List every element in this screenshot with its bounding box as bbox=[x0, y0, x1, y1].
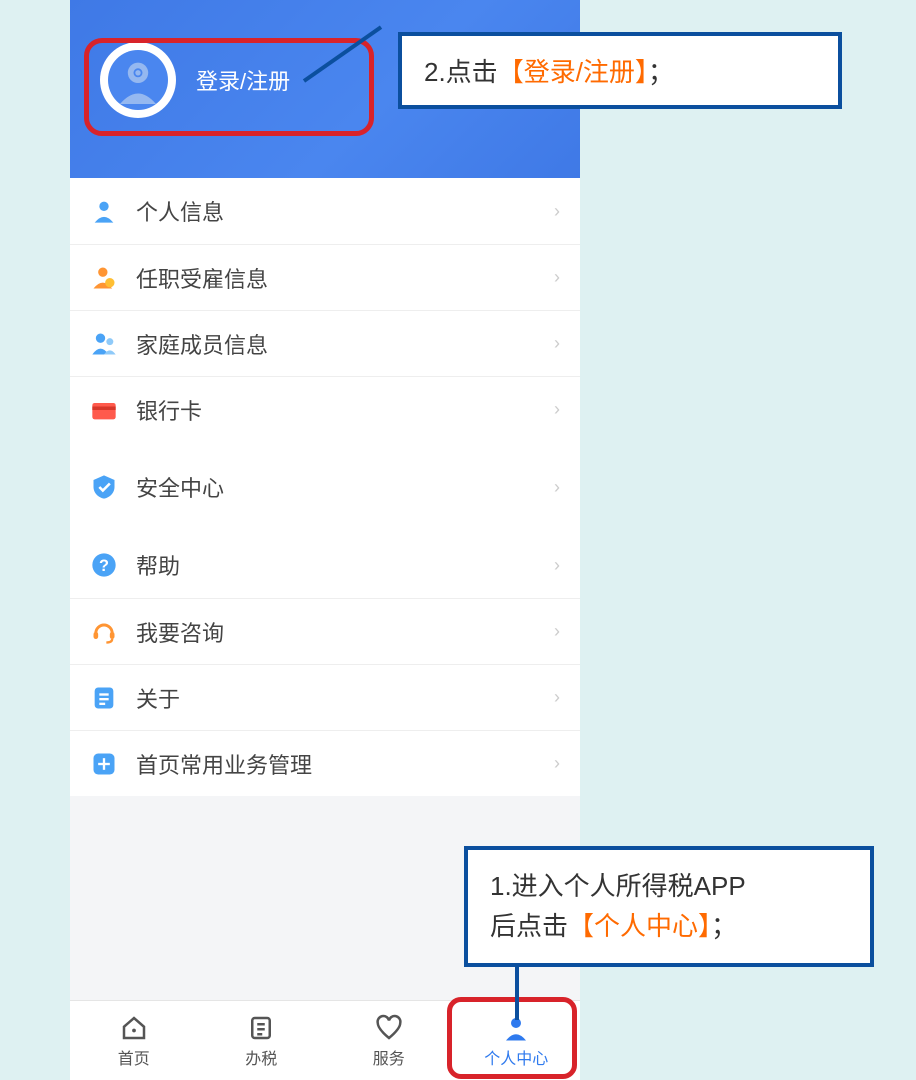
tax-icon bbox=[246, 1013, 276, 1043]
family-icon bbox=[90, 330, 118, 358]
menu-item-help[interactable]: ? 帮助 › bbox=[70, 532, 580, 598]
menu-label: 安全中心 bbox=[136, 471, 554, 503]
headset-icon bbox=[90, 618, 118, 646]
login-register-label[interactable]: 登录/注册 bbox=[196, 64, 290, 96]
tab-home[interactable]: 首页 bbox=[70, 1001, 198, 1080]
menu-label: 帮助 bbox=[136, 549, 554, 581]
callout-text: ； bbox=[711, 911, 737, 941]
avatar[interactable] bbox=[100, 42, 176, 118]
menu-item-homepage-mgmt[interactable]: 首页常用业务管理 › bbox=[70, 730, 580, 796]
tab-label: 个人中心 bbox=[484, 1045, 548, 1069]
callout-highlight: 【登录/注册】 bbox=[498, 57, 648, 87]
doc-icon bbox=[90, 684, 118, 712]
callout-text: 1.进入个人所得税APP bbox=[490, 871, 746, 901]
settings-group-1: 安全中心 › bbox=[70, 454, 580, 520]
tab-label: 办税 bbox=[245, 1045, 277, 1069]
chevron-right-icon: › bbox=[554, 687, 560, 708]
person-icon bbox=[90, 197, 118, 225]
menu-label: 家庭成员信息 bbox=[136, 328, 554, 360]
menu-label: 关于 bbox=[136, 682, 554, 714]
chevron-right-icon: › bbox=[554, 555, 560, 576]
service-icon bbox=[374, 1013, 404, 1043]
callout-text: ； bbox=[648, 57, 674, 87]
settings-group-0: 个人信息 › 任职受雇信息 › 家庭成员信息 › 银行卡 › bbox=[70, 178, 580, 442]
plus-icon bbox=[90, 750, 118, 778]
menu-item-about[interactable]: 关于 › bbox=[70, 664, 580, 730]
tab-profile[interactable]: 个人中心 bbox=[453, 1001, 581, 1080]
callout-text: 后点击 bbox=[490, 911, 568, 941]
avatar-placeholder-icon bbox=[108, 50, 168, 110]
help-icon: ? bbox=[90, 551, 118, 579]
home-icon bbox=[119, 1013, 149, 1043]
annotation-callout-step1: 1.进入个人所得税APP 后点击【个人中心】； bbox=[464, 846, 874, 967]
person-badge-icon bbox=[90, 264, 118, 292]
menu-label: 任职受雇信息 bbox=[136, 262, 554, 294]
annotation-callout-step2: 2.点击【登录/注册】； bbox=[398, 32, 842, 109]
settings-list: 个人信息 › 任职受雇信息 › 家庭成员信息 › 银行卡 › 安全 bbox=[70, 178, 580, 796]
menu-item-employment-info[interactable]: 任职受雇信息 › bbox=[70, 244, 580, 310]
tab-label: 首页 bbox=[118, 1045, 150, 1069]
menu-item-bank-card[interactable]: 银行卡 › bbox=[70, 376, 580, 442]
svg-text:?: ? bbox=[99, 557, 109, 575]
chevron-right-icon: › bbox=[554, 477, 560, 498]
profile-icon bbox=[501, 1013, 531, 1043]
menu-item-security-center[interactable]: 安全中心 › bbox=[70, 454, 580, 520]
menu-item-personal-info[interactable]: 个人信息 › bbox=[70, 178, 580, 244]
chevron-right-icon: › bbox=[554, 267, 560, 288]
chevron-right-icon: › bbox=[554, 333, 560, 354]
callout-text: 2.点击 bbox=[424, 57, 498, 87]
shield-icon bbox=[90, 473, 118, 501]
tab-service[interactable]: 服务 bbox=[325, 1001, 453, 1080]
chevron-right-icon: › bbox=[554, 753, 560, 774]
menu-label: 银行卡 bbox=[136, 394, 554, 426]
menu-label: 个人信息 bbox=[136, 195, 554, 227]
menu-item-consult[interactable]: 我要咨询 › bbox=[70, 598, 580, 664]
tab-bar: 首页 办税 服务 个人中心 bbox=[70, 1000, 580, 1080]
chevron-right-icon: › bbox=[554, 621, 560, 642]
menu-label: 首页常用业务管理 bbox=[136, 748, 554, 780]
settings-group-2: ? 帮助 › 我要咨询 › 关于 › 首页常用业务管理 › bbox=[70, 532, 580, 796]
menu-item-family-info[interactable]: 家庭成员信息 › bbox=[70, 310, 580, 376]
card-icon bbox=[90, 396, 118, 424]
tab-tax[interactable]: 办税 bbox=[198, 1001, 326, 1080]
menu-label: 我要咨询 bbox=[136, 616, 554, 648]
chevron-right-icon: › bbox=[554, 399, 560, 420]
callout-highlight: 【个人中心】 bbox=[568, 911, 711, 941]
tab-label: 服务 bbox=[373, 1045, 405, 1069]
chevron-right-icon: › bbox=[554, 201, 560, 222]
